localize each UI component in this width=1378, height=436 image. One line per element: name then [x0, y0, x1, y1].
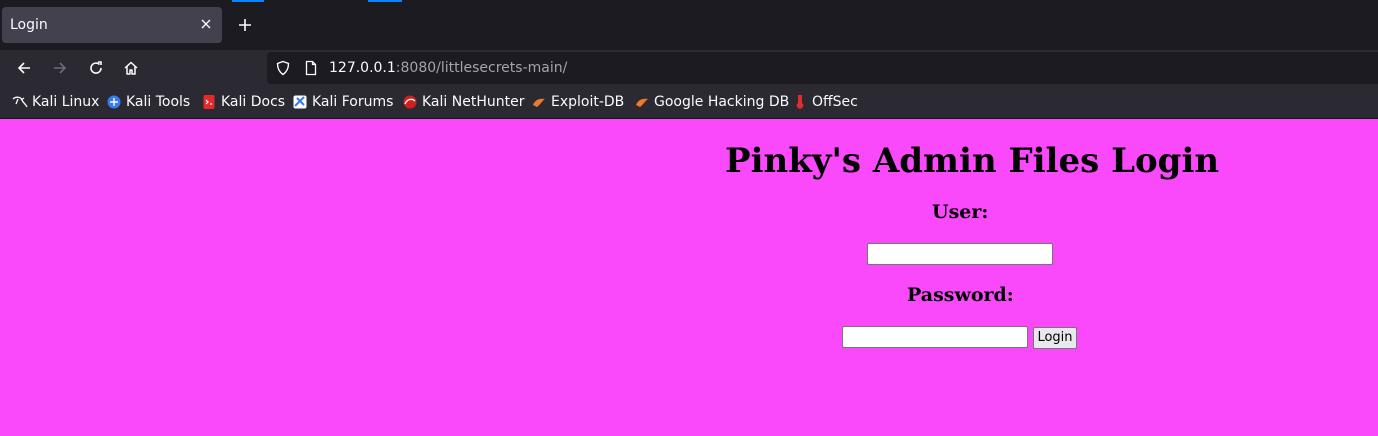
page-icon	[303, 60, 319, 80]
tab-login[interactable]: Login	[2, 7, 222, 43]
ghdb-icon	[634, 94, 650, 110]
kali-docs-icon	[201, 94, 217, 110]
close-icon[interactable]	[198, 16, 214, 32]
bookmark-kali-forums[interactable]: Kali Forums	[292, 93, 393, 111]
offsec-icon	[792, 94, 808, 110]
bookmark-label: Exploit-DB	[551, 94, 625, 110]
url-text[interactable]: 127.0.0.1:8080/littlesecrets-main/	[329, 59, 567, 77]
kali-dragon-icon	[12, 94, 28, 110]
kali-forums-icon	[292, 94, 308, 110]
tab-accent	[232, 0, 264, 2]
bookmark-exploit-db[interactable]: Exploit-DB	[531, 93, 624, 111]
arrow-left-icon[interactable]	[10, 54, 38, 82]
tab-strip: Login	[0, 0, 1378, 50]
password-input[interactable]	[842, 326, 1028, 348]
bookmark-label: Kali Linux	[32, 94, 100, 110]
bookmark-kali-nethunter[interactable]: Kali NetHunter	[402, 93, 524, 111]
bookmark-label: Kali Forums	[312, 94, 394, 110]
bookmark-label: Kali Tools	[126, 94, 191, 110]
bookmark-label: Kali NetHunter	[422, 94, 525, 110]
tab-title: Login	[10, 17, 48, 33]
bookmark-label: Kali Docs	[221, 94, 286, 110]
bookmark-label: OffSec	[812, 94, 858, 110]
home-icon[interactable]	[117, 54, 145, 82]
bookmark-kali-docs[interactable]: Kali Docs	[201, 93, 285, 111]
bookmark-google-hacking-db[interactable]: Google Hacking DB	[634, 93, 789, 111]
bookmark-offsec[interactable]: OffSec	[792, 93, 858, 111]
plus-icon[interactable]	[233, 13, 257, 37]
navigation-bar: 127.0.0.1:8080/littlesecrets-main/	[0, 50, 1378, 86]
bookmark-label: Google Hacking DB	[654, 94, 790, 110]
arrow-right-icon[interactable]	[46, 54, 74, 82]
kali-tools-icon	[106, 94, 122, 110]
shield-icon[interactable]	[275, 60, 291, 80]
url-host: 127.0.0.1	[329, 60, 396, 76]
exploit-db-icon	[531, 94, 547, 110]
bookmarks-toolbar: Kali Linux Kali Tools Kali Docs Kali For…	[0, 86, 1378, 119]
reload-icon[interactable]	[82, 54, 110, 82]
url-path: :8080/littlesecrets-main/	[395, 60, 568, 76]
username-input[interactable]	[867, 243, 1053, 265]
page-title: Pinky's Admin Files Login	[725, 141, 1220, 181]
login-button[interactable]: Login	[1033, 327, 1077, 349]
password-label: Password:	[907, 284, 1014, 306]
tab-accent	[368, 0, 402, 2]
user-label: User:	[932, 201, 989, 223]
bookmark-kali-tools[interactable]: Kali Tools	[106, 93, 190, 111]
url-bar[interactable]: 127.0.0.1:8080/littlesecrets-main/	[267, 52, 1378, 84]
kali-nethunter-icon	[402, 94, 418, 110]
page-content: Pinky's Admin Files Login User: Password…	[0, 119, 1378, 436]
bookmark-kali-linux[interactable]: Kali Linux	[12, 93, 99, 111]
